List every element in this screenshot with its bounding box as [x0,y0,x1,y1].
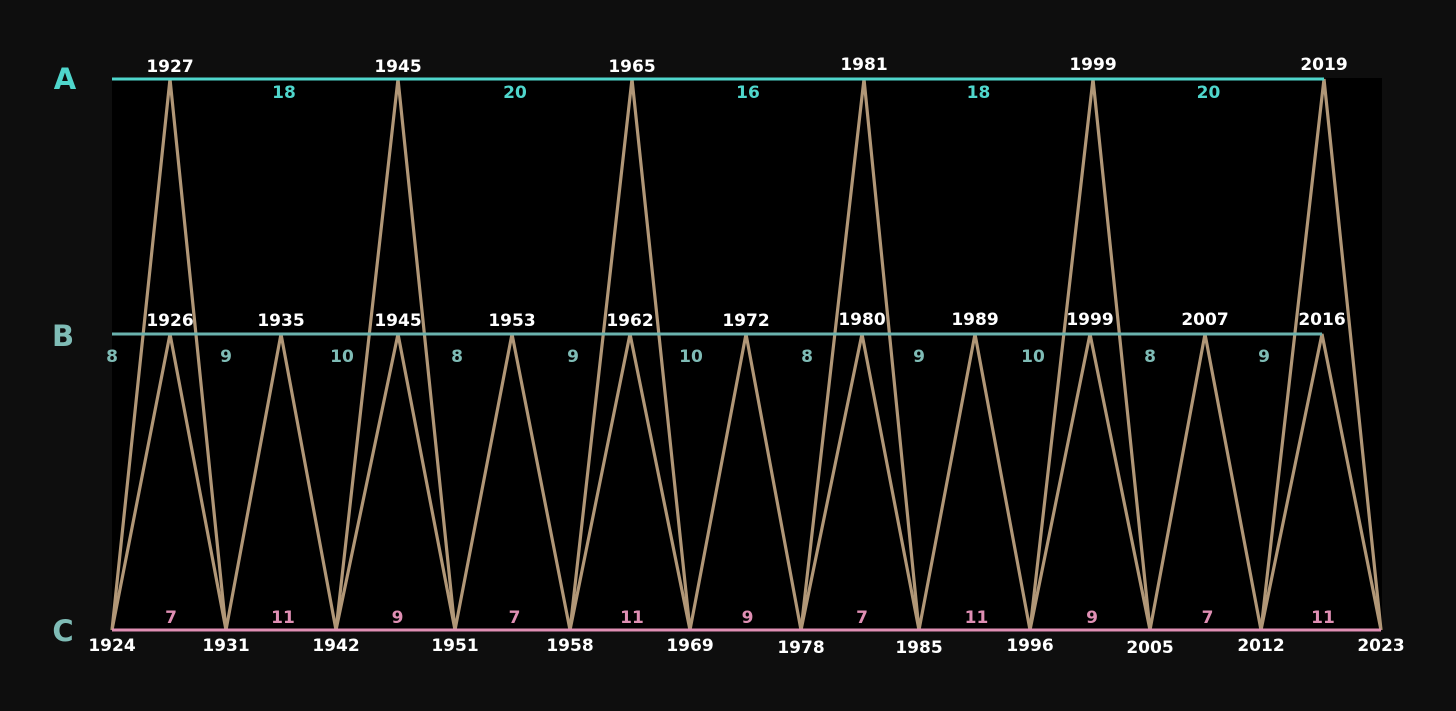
diagram-canvas: 1927 1945 1965 1981 1999 201918 20 16 18 201926 19… [52,55,1405,658]
interval-label-b-8: 10 [1021,347,1045,367]
year-label-a-1981: 1981 [840,55,887,75]
interval-label-c-8: 9 [1086,608,1098,628]
interval-label-c-0: 7 [165,608,177,628]
interval-label-c-9: 7 [1202,608,1214,628]
interval-label-a-1: 20 [503,83,527,103]
interval-label-a-4: 20 [1197,83,1221,103]
row-label-b: B [52,319,74,353]
year-label-c-1924: 1924 [88,636,135,656]
year-label-c-1985: 1985 [895,638,942,658]
year-label-b-1972: 1972 [722,311,769,331]
interval-label-c-10: 11 [1311,608,1335,628]
year-label-a-1999: 1999 [1069,55,1116,75]
year-label-b-1962: 1962 [606,311,653,331]
year-label-c-2005: 2005 [1126,638,1173,658]
year-label-b-2016: 2016 [1298,310,1345,330]
year-label-c-2023: 2023 [1357,636,1404,656]
row-label-c: C [52,614,73,648]
year-label-b-1999: 1999 [1066,310,1113,330]
year-label-b-2007: 2007 [1181,310,1228,330]
year-label-b-1935: 1935 [257,311,304,331]
cycle-diagram: 1927 1945 1965 1981 1999 2019 18 20 16 18 20 1926 19… [0,0,1456,711]
interval-label-c-6: 7 [856,608,868,628]
interval-label-b-10: 9 [1258,347,1270,367]
interval-label-c-7: 11 [965,608,989,628]
year-label-a-1965: 1965 [608,57,655,77]
interval-label-c-2: 9 [392,608,404,628]
interval-label-c-3: 7 [509,608,521,628]
year-label-c-2012: 2012 [1237,636,1284,656]
interval-label-c-5: 9 [742,608,754,628]
row-label-a: A [54,62,77,96]
year-label-c-1978: 1978 [777,638,824,658]
interval-label-a-2: 16 [736,83,760,103]
year-label-b-1980: 1980 [838,310,885,330]
year-label-a-2019: 2019 [1300,55,1347,75]
interval-label-b-4: 9 [567,347,579,367]
interval-label-a-3: 18 [967,83,991,103]
interval-label-b-6: 8 [801,347,813,367]
year-label-b-1953: 1953 [488,311,535,331]
year-label-c-1942: 1942 [312,636,359,656]
interval-label-b-5: 10 [679,347,703,367]
plot-background [112,78,1382,630]
year-label-b-1926: 1926 [146,311,193,331]
year-label-a-1945: 1945 [374,57,421,77]
interval-label-b-7: 9 [913,347,925,367]
year-label-c-1931: 1931 [202,636,249,656]
interval-label-b-9: 8 [1144,347,1156,367]
year-label-c-1996: 1996 [1006,636,1053,656]
interval-label-c-1: 11 [271,608,295,628]
interval-label-b-3: 8 [451,347,463,367]
year-label-c-1958: 1958 [546,636,593,656]
interval-label-b-1: 9 [220,347,232,367]
interval-label-c-4: 11 [620,608,644,628]
interval-label-a-0: 18 [272,83,296,103]
year-label-c-1951: 1951 [431,636,478,656]
year-label-b-1945: 1945 [374,311,421,331]
interval-label-b-0: 8 [106,347,118,367]
interval-label-b-2: 10 [330,347,354,367]
year-label-a-1927: 1927 [146,57,193,77]
year-label-c-1969: 1969 [666,636,713,656]
year-label-b-1989: 1989 [951,310,998,330]
